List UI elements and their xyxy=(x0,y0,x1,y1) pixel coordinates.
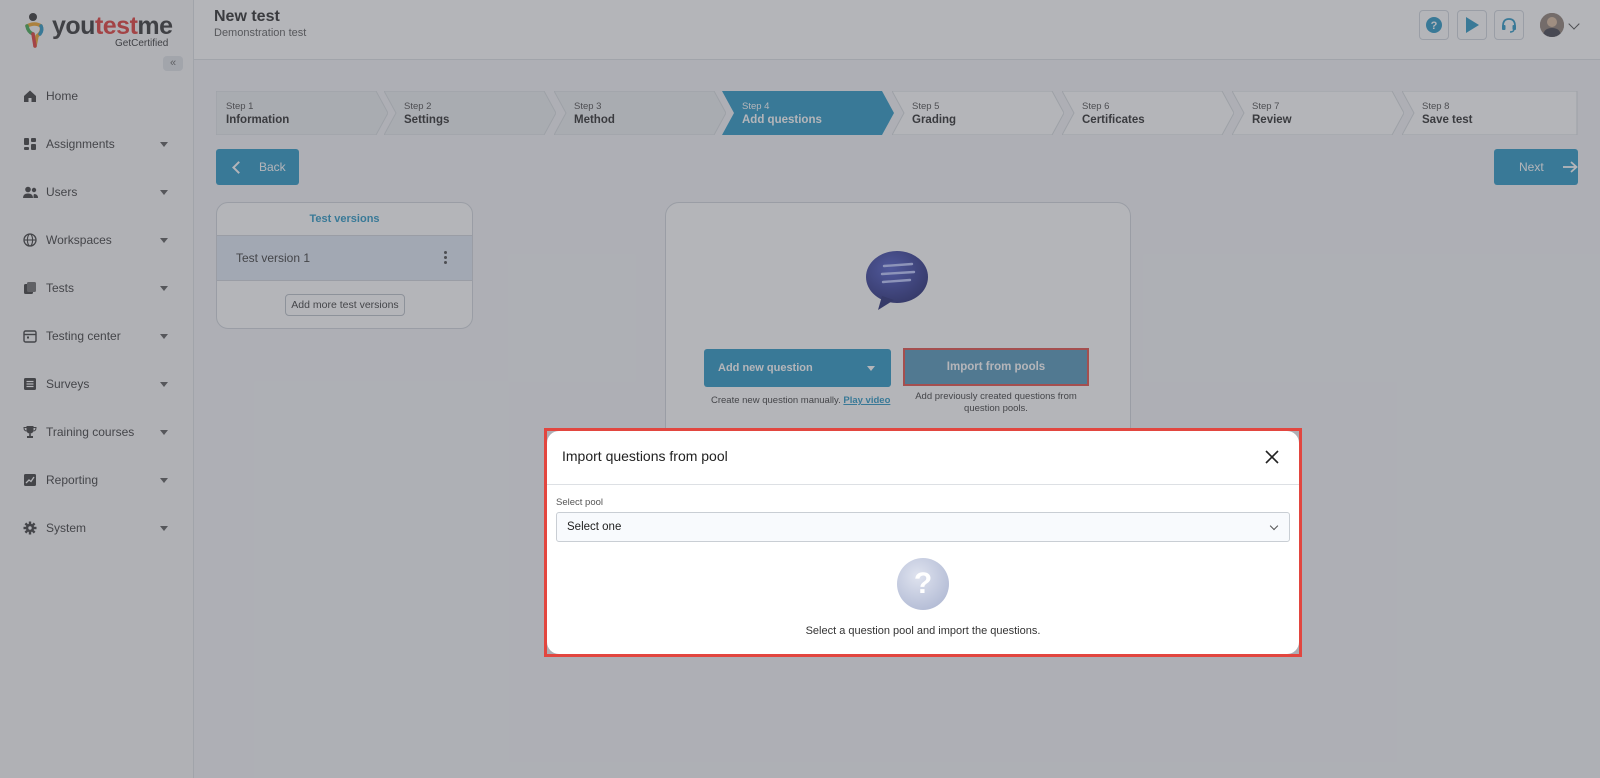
close-icon[interactable] xyxy=(1265,450,1279,464)
modal-backdrop[interactable] xyxy=(0,0,1600,778)
modal-divider xyxy=(547,484,1299,485)
modal-title: Import questions from pool xyxy=(562,448,728,464)
question-mark-icon: ? xyxy=(897,558,949,610)
select-pool-value: Select one xyxy=(567,521,622,533)
import-questions-modal: Import questions from pool Select pool S… xyxy=(547,431,1299,654)
chevron-down-icon xyxy=(1269,521,1279,531)
select-pool-label: Select pool xyxy=(556,497,604,508)
select-pool-dropdown[interactable]: Select one xyxy=(556,512,1290,542)
empty-state-text: Select a question pool and import the qu… xyxy=(805,625,1041,637)
